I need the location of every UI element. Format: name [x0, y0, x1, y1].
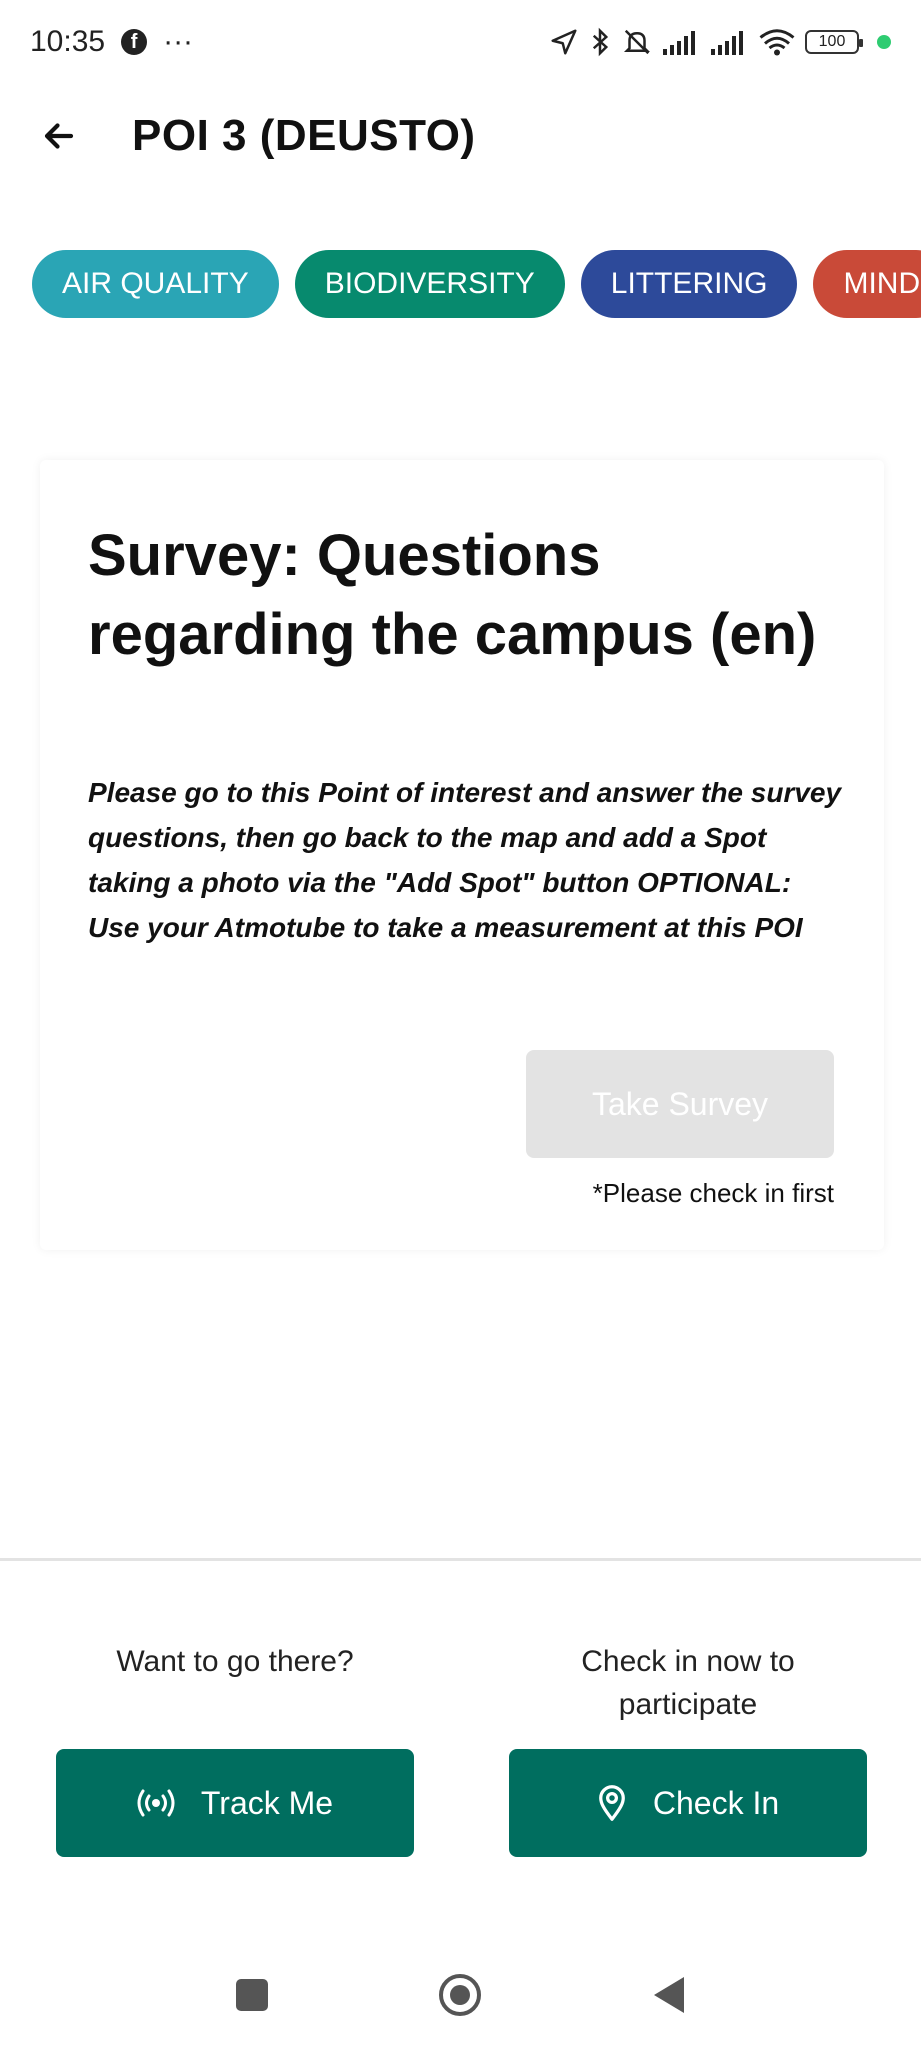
- app-header: POI 3 (DEUSTO): [0, 100, 921, 172]
- screen: 10:35 f ··· 100 POI 3 (DEUSTO) AIR QUALI…: [0, 0, 921, 2048]
- battery-indicator: 100: [805, 30, 863, 54]
- location-pin-icon: [598, 1785, 625, 1821]
- home-button[interactable]: [437, 1972, 483, 2018]
- check-in-button[interactable]: Check In: [509, 1749, 867, 1857]
- home-icon: [439, 1974, 481, 2016]
- bluetooth-icon: [592, 27, 609, 57]
- take-survey-button[interactable]: Take Survey: [526, 1050, 834, 1158]
- check-in-section: Check in now to participate Check In: [509, 1640, 867, 1860]
- facebook-icon: f: [121, 29, 148, 55]
- check-in-label: Check In: [652, 1784, 780, 1821]
- system-back-button[interactable]: [646, 1972, 692, 2018]
- recents-button[interactable]: [229, 1972, 275, 2018]
- system-nav-bar: [0, 1950, 921, 2040]
- tab-littering[interactable]: LITTERING: [580, 250, 798, 318]
- signal-icon: [711, 31, 743, 55]
- survey-card: Survey: Questions regarding the campus (…: [40, 460, 884, 1250]
- category-tabs: AIR QUALITY BIODIVERSITY LITTERING MIND: [32, 250, 921, 318]
- recents-icon: [236, 1979, 268, 2011]
- more-notifications-icon: ···: [163, 25, 194, 58]
- wifi-icon: [759, 29, 795, 56]
- check-in-note: *Please check in first: [592, 1178, 834, 1208]
- survey-description: Please go to this Point of interest and …: [88, 777, 842, 943]
- status-bar: 10:35 f ··· 100: [0, 0, 921, 84]
- status-right: 100: [549, 27, 891, 57]
- status-time: 10:35: [30, 25, 106, 58]
- track-me-button[interactable]: Track Me: [56, 1749, 414, 1857]
- status-dot: [877, 35, 891, 49]
- broadcast-icon: [137, 1789, 175, 1817]
- track-me-label: Track Me: [200, 1784, 334, 1821]
- arrow-left-icon: [44, 123, 74, 149]
- track-section: Want to go there? Track Me: [56, 1640, 414, 1860]
- track-prompt: Want to go there?: [116, 1645, 354, 1678]
- survey-title: Survey: Questions regarding the campus (…: [88, 523, 817, 667]
- divider: [0, 1558, 921, 1561]
- check-in-prompt: Check in now to participate: [581, 1645, 795, 1721]
- back-icon: [654, 1977, 684, 2013]
- location-arrow-icon: [551, 29, 577, 55]
- muted-bell-icon: [623, 29, 651, 55]
- tab-mind[interactable]: MIND: [813, 250, 921, 318]
- tab-air-quality[interactable]: AIR QUALITY: [32, 250, 279, 318]
- back-button[interactable]: [36, 113, 82, 159]
- status-left: 10:35 f ···: [30, 25, 193, 59]
- tab-biodiversity[interactable]: BIODIVERSITY: [294, 250, 565, 318]
- signal-icon: [663, 31, 695, 55]
- page-title: POI 3 (DEUSTO): [132, 111, 476, 160]
